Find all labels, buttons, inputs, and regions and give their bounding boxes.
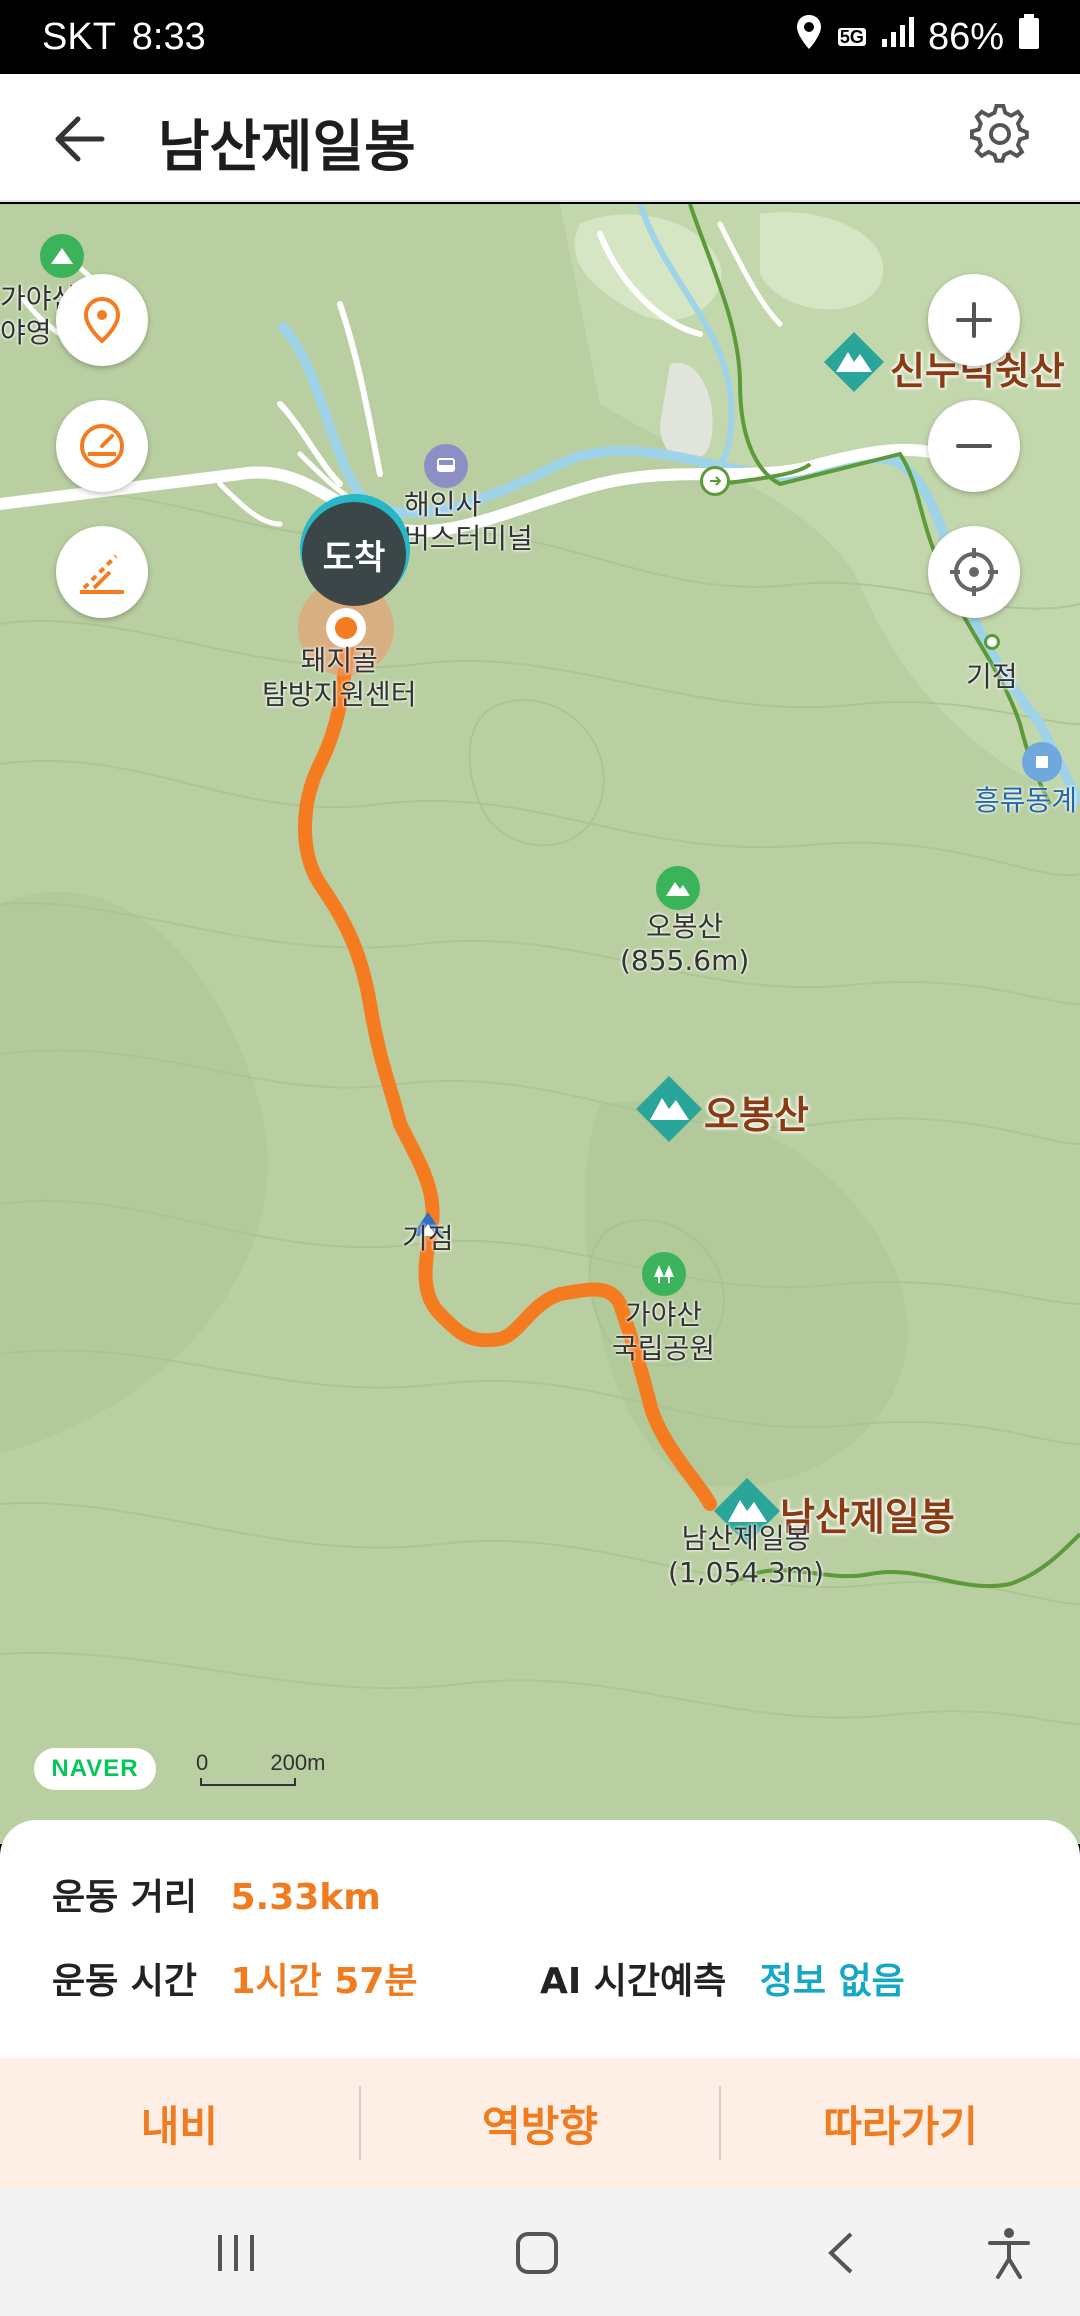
reverse-button[interactable]: 역방향 xyxy=(361,2058,720,2188)
peak-label-obongsan: 오봉산 xyxy=(704,1093,809,1137)
distance-key: 운동 거리 xyxy=(52,1877,198,1918)
plus-icon xyxy=(956,302,992,338)
status-left: SKT 8:33 xyxy=(42,16,206,59)
label-namsan-small: 남산제일봉 (1,054.3m) xyxy=(668,1522,824,1590)
time-value: 1시간 57분 xyxy=(230,1961,418,2002)
zoom-out-button[interactable] xyxy=(928,400,1020,492)
accessibility-button[interactable] xyxy=(974,2218,1044,2288)
label-text: 해인사 버스터미널 xyxy=(404,488,533,555)
mountain-obongsan-small-icon xyxy=(656,866,700,910)
hut-icon xyxy=(1022,742,1062,782)
system-nav-bar xyxy=(0,2188,1080,2316)
page-title: 남산제일봉 xyxy=(158,115,416,180)
status-right: 5G 86% xyxy=(794,14,1040,60)
camp-icon xyxy=(40,234,84,278)
gear-icon xyxy=(969,103,1029,163)
label-gijeom-mid: 기점 xyxy=(402,1222,454,1255)
bus-terminal-icon xyxy=(424,444,468,488)
peak-sinbul-icon xyxy=(822,330,886,394)
signal-icon xyxy=(880,15,914,59)
ai-row: AI 시간예측 정보 없음 xyxy=(540,1952,905,2004)
ai-value: 정보 없음 xyxy=(759,1961,905,2002)
waypoint-dot-icon xyxy=(984,634,1000,650)
label-heungryu: 흥류동계 xyxy=(974,784,1078,817)
recent-apps-icon xyxy=(218,2235,254,2271)
map-view[interactable]: 가야산 야영 해인사 버스터미널 신누럭쉿산 기점 흥류동계 오봉산 (855.… xyxy=(0,204,1080,1844)
network-label: 5G xyxy=(837,27,866,47)
status-bar: SKT 8:33 5G 86% xyxy=(0,0,1080,74)
scale-line xyxy=(200,1778,296,1786)
clock: 8:33 xyxy=(131,16,206,58)
start-marker-core xyxy=(326,608,366,648)
elevation-icon xyxy=(80,554,124,594)
scale-bar: 0 200m xyxy=(196,1750,326,1786)
speedometer-icon xyxy=(80,424,124,468)
speed-button[interactable] xyxy=(56,400,148,492)
back-chevron-icon xyxy=(828,2232,853,2274)
distance-row: 운동 거리 5.33km xyxy=(52,1868,381,1920)
label-gijeom-right: 기점 xyxy=(966,660,1018,693)
carrier-label: SKT xyxy=(42,16,116,58)
navi-button[interactable]: 내비 xyxy=(0,2058,359,2188)
home-icon xyxy=(516,2232,558,2274)
recent-apps-button[interactable] xyxy=(202,2218,272,2288)
label-text: 남산제일봉 (1,054.3m) xyxy=(668,1522,824,1589)
back-arrow-icon xyxy=(55,116,105,162)
info-panel: 운동 거리 5.33km 운동 시간 1시간 57분 AI 시간예측 정보 없음 xyxy=(0,1820,1080,2060)
label-text: 가야산 국립공원 xyxy=(612,1298,716,1365)
location-pin-button[interactable] xyxy=(56,274,148,366)
map-canvas xyxy=(0,204,1080,1844)
elevation-button[interactable] xyxy=(56,526,148,618)
label-start-point: 돼지골 탐방지원센터 xyxy=(262,644,417,712)
label-national-park: 가야산 국립공원 xyxy=(612,1298,715,1366)
zoom-in-button[interactable] xyxy=(928,274,1020,366)
national-park-icon xyxy=(642,1252,686,1296)
settings-button[interactable] xyxy=(969,103,1040,174)
home-button[interactable] xyxy=(502,2218,572,2288)
distance-value: 5.33km xyxy=(230,1877,381,1918)
crosshair-icon xyxy=(950,548,998,596)
scale-zero: 0 xyxy=(196,1750,209,1775)
time-row: 운동 시간 1시간 57분 xyxy=(52,1952,418,2004)
follow-button[interactable]: 따라가기 xyxy=(721,2058,1080,2188)
bridge-icon xyxy=(700,466,730,496)
naver-text: NAVER xyxy=(51,1755,139,1782)
naver-logo: NAVER xyxy=(34,1748,156,1790)
label-text: 돼지골 탐방지원센터 xyxy=(262,644,417,711)
location-icon xyxy=(794,13,824,61)
arrival-badge: 도착 xyxy=(302,502,406,606)
battery-icon xyxy=(1018,14,1040,60)
label-obongsan-small: 오봉산 (855.6m) xyxy=(620,910,749,978)
back-button[interactable] xyxy=(50,104,130,174)
arrival-label: 도착 xyxy=(322,537,386,578)
accessibility-icon xyxy=(988,2228,1030,2279)
back-nav-button[interactable] xyxy=(806,2218,876,2288)
start-marker-dot xyxy=(335,617,357,639)
network-5g-icon: 5G xyxy=(837,27,866,47)
ai-key: AI 시간예측 xyxy=(540,1961,727,2002)
scale-label: 200m xyxy=(270,1750,326,1775)
battery-percent: 86% xyxy=(927,15,1004,58)
minus-icon xyxy=(956,444,992,448)
label-haeinsa-terminal: 해인사 버스터미널 xyxy=(404,488,533,556)
peak-obongsan-icon xyxy=(634,1074,704,1144)
map-pin-icon xyxy=(83,296,121,344)
app-header: 남산제일봉 xyxy=(0,74,1080,202)
current-location-button[interactable] xyxy=(928,526,1020,618)
time-key: 운동 시간 xyxy=(52,1961,198,2002)
label-text: 오봉산 (855.6m) xyxy=(620,910,750,977)
action-bar: 내비 역방향 따라가기 xyxy=(0,2058,1080,2188)
